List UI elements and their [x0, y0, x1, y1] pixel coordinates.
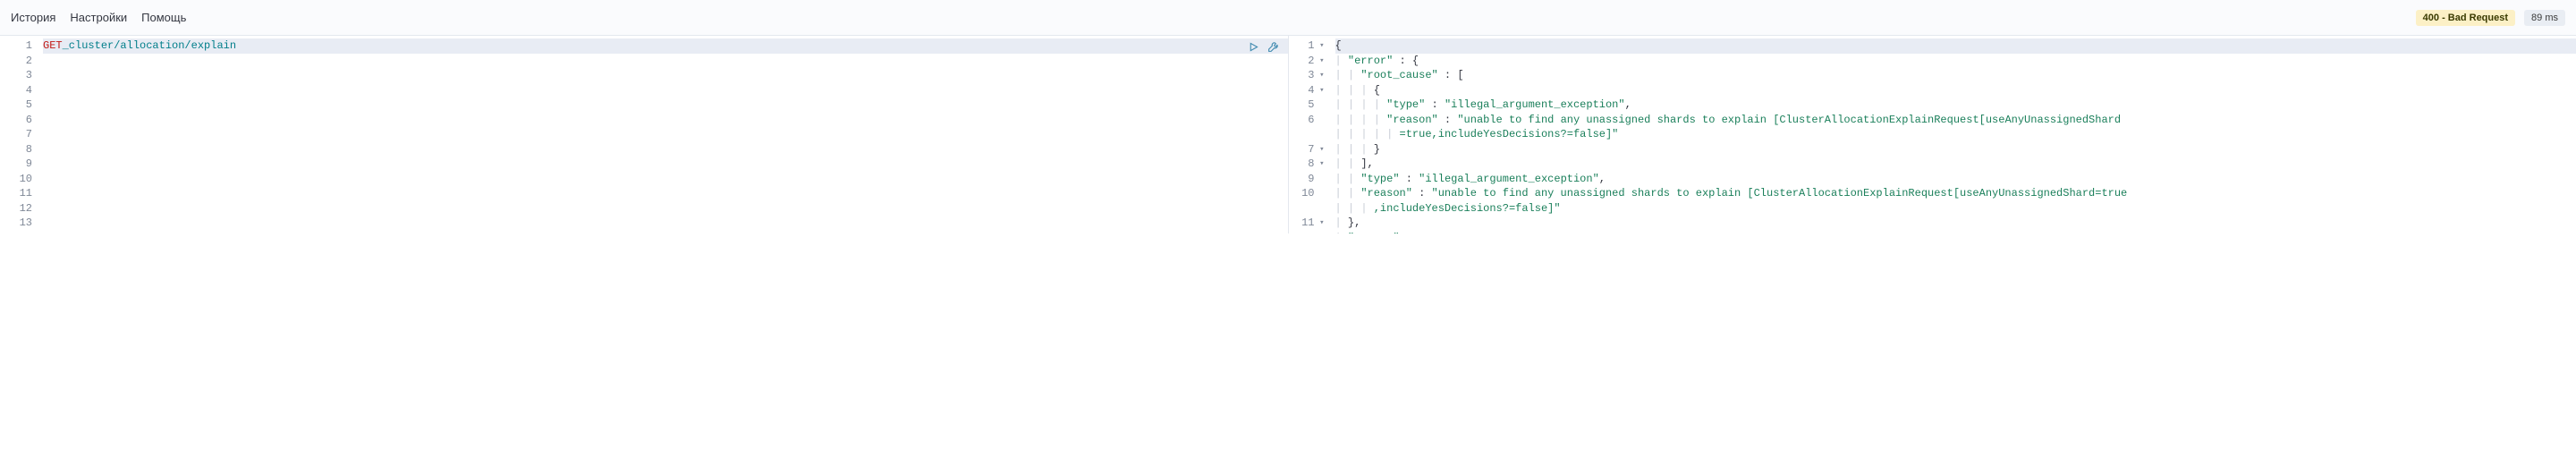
fold-icon[interactable]: ▾ — [1317, 157, 1325, 172]
request-editor[interactable]: GET _cluster/allocation/explain — [39, 36, 1288, 234]
response-line[interactable]: | | | | "reason" : "unable to find any u… — [1335, 113, 2576, 128]
status-badge: 400 - Bad Request — [2416, 10, 2515, 26]
line-number: 4 — [0, 83, 39, 98]
line-number: 13 — [0, 216, 39, 231]
request-actions — [1247, 39, 1281, 54]
run-icon[interactable] — [1247, 39, 1261, 54]
history-tab[interactable]: История — [11, 11, 55, 24]
request-line[interactable] — [43, 68, 1288, 83]
response-line[interactable]: | | ], — [1335, 157, 2576, 172]
http-method: GET — [43, 38, 63, 54]
wrench-icon[interactable] — [1267, 39, 1281, 54]
toolbar-right: 400 - Bad Request 89 ms — [2416, 10, 2565, 26]
line-number: 12 — [1289, 231, 1332, 234]
response-line[interactable]: | | "reason" : "unable to find any unass… — [1335, 186, 2576, 201]
request-line[interactable] — [43, 157, 1288, 172]
response-line[interactable]: | | "type" : "illegal_argument_exception… — [1335, 172, 2576, 187]
response-line[interactable]: | | | | | =true,includeYesDecisions?=fal… — [1335, 127, 2576, 142]
fold-icon[interactable]: ▾ — [1317, 142, 1325, 157]
response-line[interactable]: | | | { — [1335, 83, 2576, 98]
response-viewer[interactable]: {| "error" : {| | "root_cause" : [| | | … — [1332, 36, 2576, 234]
request-line[interactable] — [43, 201, 1288, 217]
request-line[interactable] — [43, 113, 1288, 128]
request-line[interactable] — [43, 98, 1288, 113]
request-line[interactable] — [43, 216, 1288, 231]
response-line[interactable]: | }, — [1335, 216, 2576, 231]
response-line[interactable]: | "error" : { — [1335, 54, 2576, 69]
response-gutter: 1▾2▾3▾4▾567▾8▾91011▾1213▾14 — [1289, 36, 1332, 234]
line-number: 12 — [0, 201, 39, 217]
request-line[interactable] — [43, 142, 1288, 157]
request-line[interactable] — [43, 186, 1288, 201]
fold-icon[interactable]: ▾ — [1317, 83, 1325, 98]
fold-icon[interactable]: ▾ — [1317, 38, 1325, 54]
help-tab[interactable]: Помощь — [141, 11, 186, 24]
request-line[interactable] — [43, 231, 1288, 234]
request-line[interactable] — [43, 172, 1288, 187]
request-line[interactable]: GET _cluster/allocation/explain — [43, 38, 1288, 54]
line-number: 5 — [0, 98, 39, 113]
line-number: 2▾ — [1289, 54, 1332, 69]
line-number: 5 — [1289, 98, 1332, 113]
response-line[interactable]: | | | } — [1335, 142, 2576, 157]
response-time-badge: 89 ms — [2524, 10, 2565, 26]
line-number: 3▾ — [1289, 68, 1332, 83]
line-number: 2 — [0, 54, 39, 69]
response-line[interactable]: { — [1335, 38, 2576, 54]
toolbar: История Настройки Помощь 400 - Bad Reque… — [0, 0, 2576, 36]
line-number: 6 — [0, 113, 39, 128]
settings-tab[interactable]: Настройки — [70, 11, 127, 24]
line-number: 4▾ — [1289, 83, 1332, 98]
line-number: 9 — [1289, 172, 1332, 187]
line-number: 11▾ — [1289, 216, 1332, 231]
request-line[interactable] — [43, 54, 1288, 69]
request-path: _cluster/allocation/explain — [63, 38, 236, 54]
response-line[interactable]: | | | | "type" : "illegal_argument_excep… — [1335, 98, 2576, 113]
response-line[interactable]: | | "root_cause" : [ — [1335, 68, 2576, 83]
line-number: 7 — [0, 127, 39, 142]
response-pane: 1▾2▾3▾4▾567▾8▾91011▾1213▾14 {| "error" :… — [1289, 36, 2576, 234]
request-line[interactable] — [43, 83, 1288, 98]
line-number: 1▾ — [1289, 38, 1332, 54]
line-number: 9 — [0, 157, 39, 172]
request-gutter: 12345678910111213141516 — [0, 36, 39, 234]
toolbar-left: История Настройки Помощь — [11, 11, 186, 24]
fold-icon[interactable]: ▾ — [1317, 68, 1325, 83]
line-number: 6 — [1289, 113, 1332, 128]
fold-icon[interactable]: ▾ — [1317, 54, 1325, 69]
line-number: 8▾ — [1289, 157, 1332, 172]
editor-panes: 12345678910111213141516 GET _cluster/all… — [0, 36, 2576, 234]
line-number: 3 — [0, 68, 39, 83]
request-line[interactable] — [43, 127, 1288, 142]
response-line[interactable]: | | | ,includeYesDecisions?=false]" — [1335, 201, 2576, 217]
response-line[interactable]: | "status" : 400 — [1335, 231, 2576, 234]
line-number: 10 — [0, 172, 39, 187]
request-pane: 12345678910111213141516 GET _cluster/all… — [0, 36, 1289, 234]
line-number: 8 — [0, 142, 39, 157]
fold-icon[interactable]: ▾ — [1317, 216, 1325, 231]
line-number: 11 — [0, 186, 39, 201]
line-number: 7▾ — [1289, 142, 1332, 157]
line-number: 1 — [0, 38, 39, 54]
line-number: 14 — [0, 231, 39, 234]
line-number: 10 — [1289, 186, 1332, 201]
